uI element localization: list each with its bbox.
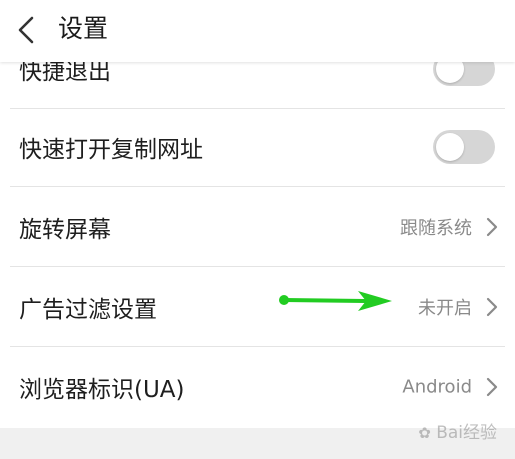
setting-value: Android [402, 376, 472, 398]
setting-row-ad-filter[interactable]: 广告过滤设置 未开启 [0, 267, 515, 347]
setting-label: 广告过滤设置 [19, 297, 157, 323]
baidu-jingyan-watermark: ✿ Bai经验 [418, 418, 497, 443]
top-bar: 设置 [0, 0, 515, 62]
setting-label: 快速打开复制网址 [19, 137, 203, 163]
green-arrow-annotation [279, 291, 392, 311]
setting-row-rotate-screen[interactable]: 旋转屏幕 跟随系统 [0, 187, 515, 267]
chevron-right-icon [486, 377, 498, 397]
setting-label: 浏览器标识(UA) [19, 377, 185, 403]
toggle-knob [436, 133, 464, 161]
setting-row-open-copied-url[interactable]: 快速打开复制网址 [0, 107, 515, 187]
setting-label: 旋转屏幕 [19, 217, 111, 243]
page-title: 设置 [58, 14, 109, 43]
paw-icon: ✿ [418, 424, 431, 442]
watermark-text: Bai经验 [436, 423, 497, 443]
chevron-right-icon [486, 297, 498, 317]
chevron-left-icon[interactable] [10, 10, 46, 50]
setting-value: 跟随系统 [400, 218, 472, 239]
chevron-right-icon [486, 217, 498, 237]
settings-list: 快捷退出 快速打开复制网址 旋转屏幕 跟随系统 广告过滤设置 未开启 浏览器标识… [0, 0, 515, 428]
setting-value: 未开启 [418, 298, 472, 319]
open-copied-url-toggle[interactable] [433, 130, 495, 164]
setting-row-user-agent[interactable]: 浏览器标识(UA) Android [0, 347, 515, 427]
